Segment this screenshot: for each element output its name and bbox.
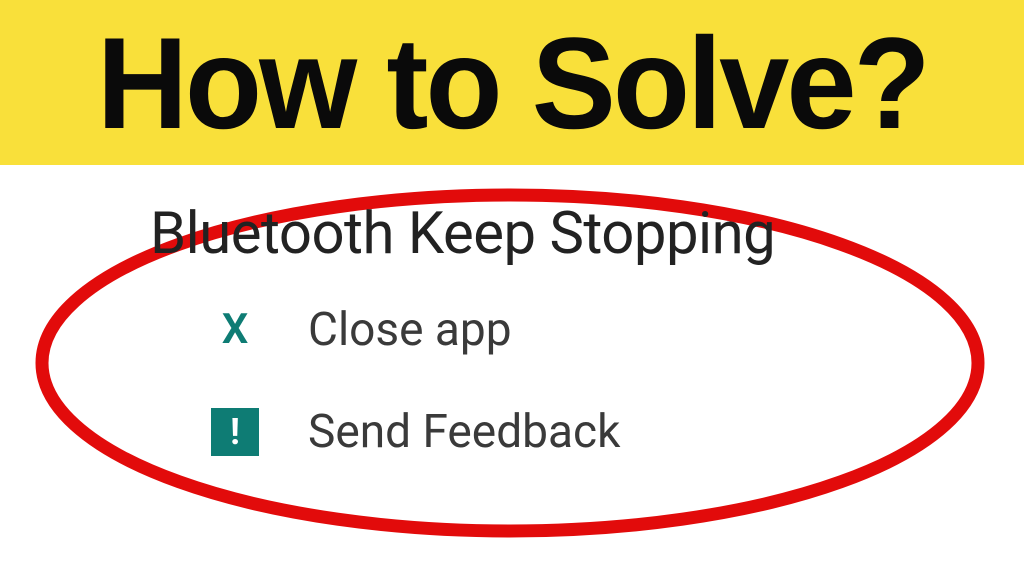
- send-feedback-label: Send Feedback: [308, 405, 620, 459]
- title-banner: How to Solve?: [0, 0, 1024, 165]
- close-app-option[interactable]: X Close app: [210, 303, 900, 357]
- close-app-label: Close app: [308, 303, 512, 357]
- title-text: How to Solve?: [97, 18, 928, 148]
- feedback-icon: !: [210, 407, 260, 457]
- dialog-title: Bluetooth Keep Stopping: [150, 200, 900, 268]
- dialog-area: Bluetooth Keep Stopping X Close app ! Se…: [0, 165, 1024, 576]
- send-feedback-option[interactable]: ! Send Feedback: [210, 405, 900, 459]
- error-dialog: Bluetooth Keep Stopping X Close app ! Se…: [120, 200, 900, 507]
- close-icon: X: [210, 305, 260, 355]
